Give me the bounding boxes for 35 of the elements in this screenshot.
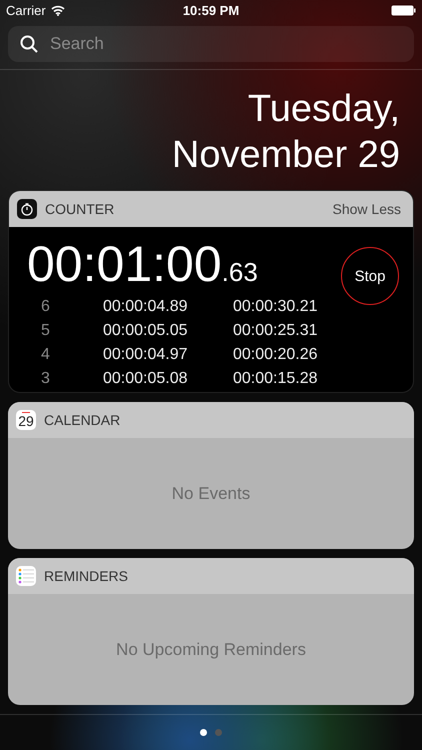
lap-total: 00:00:30.21 bbox=[233, 298, 319, 316]
date-weekday: Tuesday, bbox=[248, 86, 400, 132]
status-time: 10:59 PM bbox=[182, 3, 240, 18]
wifi-icon bbox=[50, 5, 65, 16]
lap-number: 3 bbox=[40, 370, 51, 388]
widget-title: CALENDAR bbox=[44, 412, 122, 428]
calendar-icon: 29 bbox=[16, 410, 36, 430]
carrier-label: Carrier bbox=[6, 3, 46, 18]
empty-message: No Upcoming Reminders bbox=[116, 640, 306, 660]
widget-title: COUNTER bbox=[45, 201, 116, 218]
lap-time: 00:00:04.89 bbox=[103, 298, 189, 316]
search-bar[interactable]: Search bbox=[8, 26, 414, 62]
search-input[interactable]: Search bbox=[48, 32, 402, 55]
lap-time: 00:00:04.97 bbox=[103, 346, 189, 364]
page-dot[interactable] bbox=[215, 729, 222, 736]
lap-total: 00:00:25.31 bbox=[233, 322, 319, 340]
lap-number: 4 bbox=[40, 346, 51, 364]
elapsed-time: 00:01:00 bbox=[27, 235, 222, 294]
lap-number: 5 bbox=[40, 322, 51, 340]
show-less-button[interactable]: Show Less bbox=[332, 201, 401, 218]
lap-time: 00:00:05.05 bbox=[103, 322, 189, 340]
page-dot[interactable] bbox=[200, 729, 207, 736]
lap-time: 00:00:05.08 bbox=[103, 370, 189, 388]
lap-number: 6 bbox=[40, 298, 51, 316]
stopwatch-icon bbox=[17, 199, 37, 220]
lap-total: 00:00:15.28 bbox=[233, 370, 319, 388]
battery-icon bbox=[391, 5, 416, 16]
stop-button[interactable]: Stop bbox=[341, 247, 399, 306]
elapsed-fraction: .63 bbox=[222, 257, 258, 288]
reminders-icon bbox=[16, 566, 36, 586]
search-icon bbox=[20, 34, 38, 53]
lap-total: 00:00:20.26 bbox=[233, 346, 319, 364]
date-day: November 29 bbox=[172, 132, 400, 178]
widget-title: REMINDERS bbox=[44, 568, 130, 584]
empty-message: No Events bbox=[172, 484, 250, 504]
